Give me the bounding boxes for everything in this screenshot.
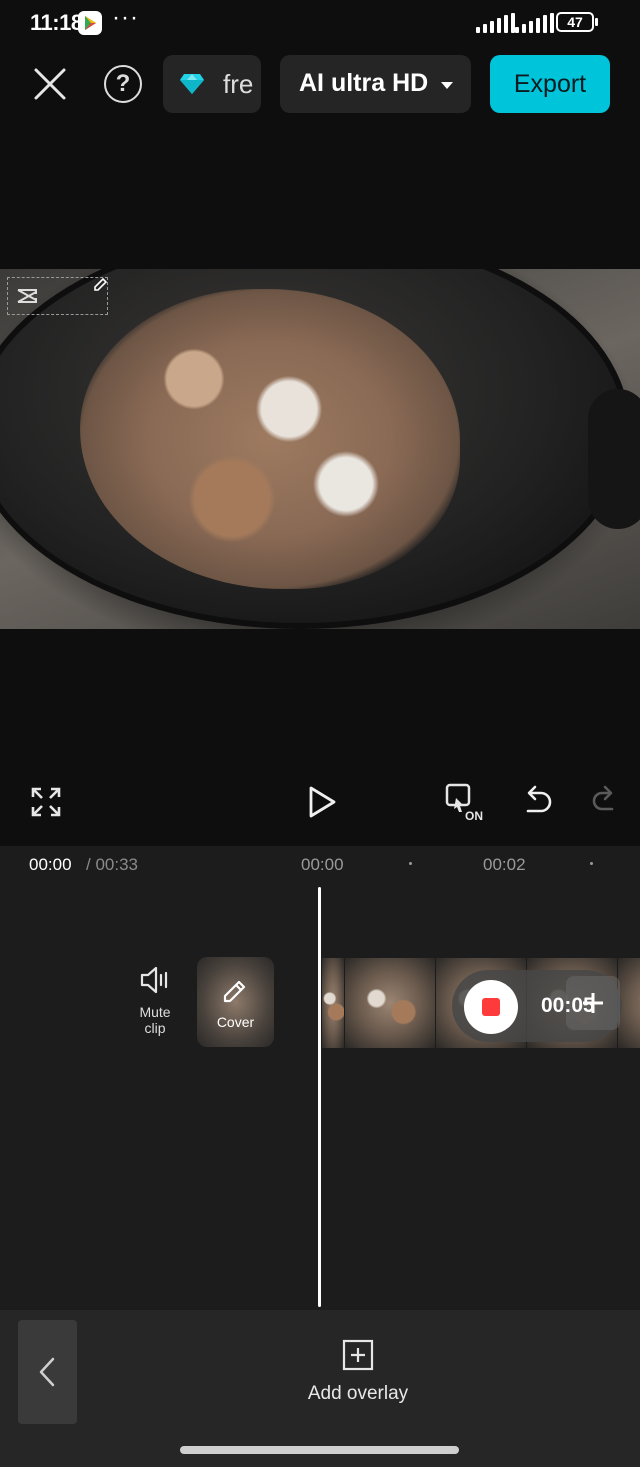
more-notifications-icon: ··· <box>112 4 139 31</box>
quality-label: AI ultra HD <box>299 69 429 97</box>
cover-label: Cover <box>216 1014 255 1030</box>
video-preview[interactable] <box>0 269 640 629</box>
recording-time: 00:05 <box>541 994 595 1017</box>
undo-icon <box>526 785 552 813</box>
close-button[interactable] <box>30 64 70 104</box>
chevron-left-icon <box>39 1357 55 1387</box>
timeline-tick: 00:02 <box>483 855 526 874</box>
free-trial-button[interactable]: fre <box>163 55 261 113</box>
stop-recording-button[interactable] <box>464 980 518 1034</box>
free-label: fre <box>223 69 254 99</box>
signal-icon <box>476 13 515 33</box>
export-button[interactable]: Export <box>490 55 610 113</box>
fullscreen-button[interactable] <box>30 786 62 818</box>
diamond-icon <box>180 74 204 94</box>
svg-text:ON: ON <box>465 809 483 822</box>
capcut-logo-icon <box>17 289 37 303</box>
screen-on-icon: ON <box>445 783 483 823</box>
help-icon: ? <box>115 70 131 97</box>
timeline-tick-dot <box>590 862 593 865</box>
play-button[interactable] <box>305 784 339 820</box>
signal-icon-2 <box>515 13 554 33</box>
redo-icon <box>592 785 614 811</box>
quality-dropdown[interactable]: AI ultra HD <box>280 55 471 113</box>
mute-clip-button[interactable]: Mute clip <box>130 965 180 1036</box>
current-time: 00:00 <box>29 855 72 874</box>
mute-clip-label-2: clip <box>144 1020 166 1036</box>
battery-tip <box>595 18 598 26</box>
back-button[interactable] <box>18 1320 77 1424</box>
clip-thumbnail <box>322 958 344 1048</box>
edit-pencil-icon[interactable] <box>92 277 108 293</box>
watermark-box[interactable] <box>7 277 108 315</box>
help-button[interactable]: ? <box>104 65 142 103</box>
play-icon <box>309 786 336 818</box>
playhead[interactable] <box>318 887 321 1307</box>
status-time: 11:18 <box>30 10 83 35</box>
total-duration: / 00:33 <box>86 855 138 874</box>
redo-button[interactable] <box>590 784 618 818</box>
play-store-icon <box>78 11 102 35</box>
add-overlay-button[interactable]: Add overlay <box>250 1383 466 1405</box>
keyframe-on-button[interactable]: ON <box>444 782 488 823</box>
clip-thumbnail <box>345 958 435 1048</box>
pencil-icon <box>223 980 246 1003</box>
undo-button[interactable] <box>522 784 554 818</box>
close-icon <box>34 68 66 100</box>
timeline-tick: 00:00 <box>301 855 344 874</box>
speaker-icon <box>140 966 168 994</box>
add-overlay-icon[interactable] <box>342 1339 374 1371</box>
battery-indicator: 47 <box>556 12 594 32</box>
stop-icon <box>482 998 500 1016</box>
timeline-tick-dot <box>409 862 412 865</box>
mute-clip-label: Mute <box>139 1004 171 1020</box>
cover-button[interactable]: Cover <box>197 957 274 1047</box>
chevron-down-icon <box>441 82 453 89</box>
home-indicator[interactable] <box>180 1446 459 1454</box>
fullscreen-icon <box>31 787 61 817</box>
